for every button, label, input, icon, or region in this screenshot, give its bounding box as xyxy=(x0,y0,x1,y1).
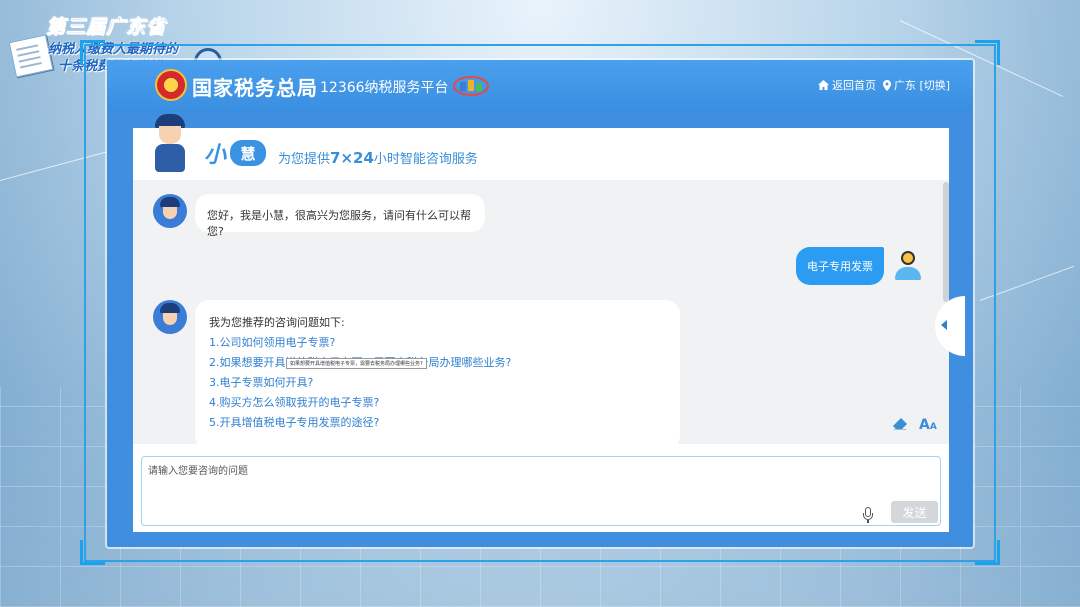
chevron-left-icon xyxy=(941,320,947,330)
region-switch-label: 广东 [切换] xyxy=(894,79,951,92)
frame-corner xyxy=(975,40,1000,65)
eraser-icon[interactable] xyxy=(893,418,907,434)
suggestion-link[interactable]: 5.开具增值税电子专用发票的途径? xyxy=(209,414,379,430)
hover-tooltip: 如果想要开具增值税电子专票，需要去税务局办理哪些业务? xyxy=(286,358,427,369)
frame-corner xyxy=(80,540,105,565)
chat-scrollbar[interactable] xyxy=(943,182,949,302)
platform-name: 12366纳税服务平台 xyxy=(320,80,449,96)
assistant-logo: 小 慧 xyxy=(204,136,267,170)
user-message-bubble: 电子专用发票 xyxy=(796,247,884,285)
bot-suggestions-bubble: 我为您推荐的咨询问题如下: 1.公司如何领用电子专票? 2.如果想要开具增值税电… xyxy=(195,300,680,444)
suggestion-link[interactable]: 1.公司如何领用电子专票? xyxy=(209,334,335,350)
send-button[interactable]: 发送 xyxy=(891,501,938,523)
home-link-label: 返回首页 xyxy=(832,79,876,92)
input-panel xyxy=(133,444,949,532)
bot-greeting-bubble: 您好，我是小慧，很高兴为您服务，请问有什么可以帮您? xyxy=(195,194,485,238)
font-size-icon[interactable]: AA xyxy=(919,417,937,433)
document-icon xyxy=(8,34,54,78)
mascot-icon xyxy=(151,114,191,176)
region-switch[interactable]: 广东 [切换] xyxy=(883,77,950,93)
frame-corner xyxy=(975,540,1000,565)
frame-corner xyxy=(80,40,105,65)
bot-avatar xyxy=(153,194,187,228)
home-link[interactable]: 返回首页 xyxy=(818,77,876,93)
agency-name: 国家税务总局 xyxy=(192,76,318,100)
banner-slogan: 为您提供7×24小时智能咨询服务 xyxy=(278,148,478,167)
user-avatar xyxy=(893,250,923,282)
question-input-box xyxy=(141,456,941,526)
assistant-logo-small: 小 xyxy=(204,143,227,168)
app-header: 国家税务总局 12366纳税服务平台 返回首页 广东 [切换] xyxy=(107,60,973,112)
slogan-prefix: 为您提供 xyxy=(278,152,331,167)
chat-area[interactable]: 您好，我是小慧，很高兴为您服务，请问有什么可以帮您? 我为您推荐的咨询问题如下:… xyxy=(133,180,949,444)
platform-logo-icon xyxy=(453,76,489,96)
assistant-logo-robot: 慧 xyxy=(230,140,267,166)
location-pin-icon xyxy=(883,79,891,91)
national-emblem-icon xyxy=(155,69,187,101)
suggestion-link[interactable]: 4.购买方怎么领取我开的电子专票? xyxy=(209,394,379,410)
app-window: 国家税务总局 12366纳税服务平台 返回首页 广东 [切换] 小 慧 为您提供… xyxy=(107,60,973,547)
home-icon xyxy=(818,80,829,90)
bot-greeting-text: 您好，我是小慧，很高兴为您服务，请问有什么可以帮您? xyxy=(207,209,471,238)
suggestions-title: 我为您推荐的咨询问题如下: xyxy=(209,316,345,329)
bot-avatar xyxy=(153,300,187,334)
microphone-icon[interactable] xyxy=(863,507,873,523)
event-title-line1: 第三届广东省 xyxy=(46,16,167,39)
slogan-hours: 7×24 xyxy=(330,149,374,167)
slogan-suffix: 小时智能咨询服务 xyxy=(373,152,478,167)
question-input[interactable] xyxy=(142,457,940,525)
suggestion-link[interactable]: 3.电子专票如何开具? xyxy=(209,374,313,390)
